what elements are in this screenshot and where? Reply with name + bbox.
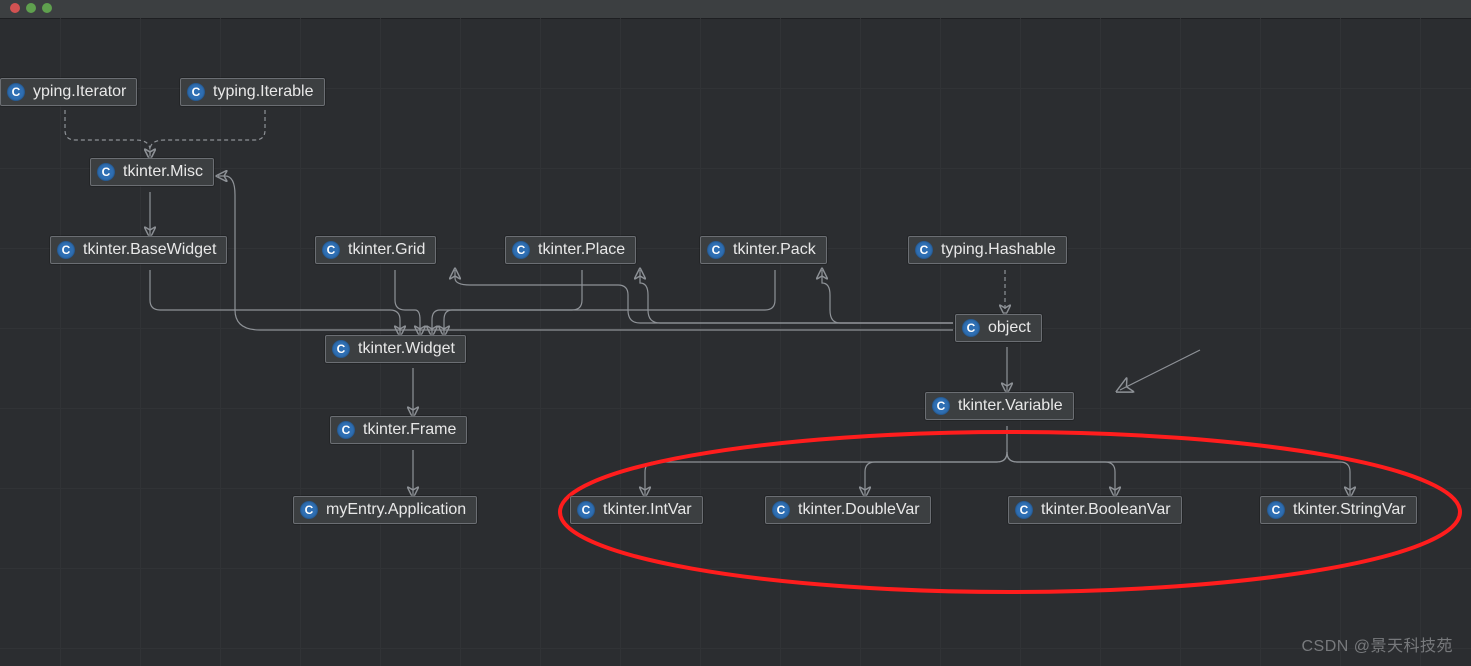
node-tkinter-basewidget[interactable]: C tkinter.BaseWidget	[50, 236, 227, 264]
node-label: tkinter.Pack	[733, 241, 816, 259]
toolbar-dot	[26, 3, 36, 13]
class-icon: C	[332, 340, 350, 358]
node-typing-hashable[interactable]: C typing.Hashable	[908, 236, 1067, 264]
node-typing-iterator[interactable]: C yping.Iterator	[0, 78, 137, 106]
class-icon: C	[915, 241, 933, 259]
node-label: tkinter.Misc	[123, 163, 203, 181]
node-label: typing.Hashable	[941, 241, 1056, 259]
node-label: tkinter.Place	[538, 241, 625, 259]
class-icon: C	[707, 241, 725, 259]
class-icon: C	[962, 319, 980, 337]
toolbar-dot	[42, 3, 52, 13]
class-icon: C	[97, 163, 115, 181]
node-label: tkinter.Variable	[958, 397, 1063, 415]
node-label: tkinter.DoubleVar	[798, 501, 920, 519]
node-label: tkinter.Frame	[363, 421, 456, 439]
class-icon: C	[7, 83, 25, 101]
node-tkinter-doublevar[interactable]: C tkinter.DoubleVar	[765, 496, 931, 524]
class-icon: C	[300, 501, 318, 519]
node-tkinter-intvar[interactable]: C tkinter.IntVar	[570, 496, 703, 524]
node-label: myEntry.Application	[326, 501, 466, 519]
node-label: object	[988, 319, 1031, 337]
class-icon: C	[577, 501, 595, 519]
node-typing-iterable[interactable]: C typing.Iterable	[180, 78, 325, 106]
node-tkinter-booleanvar[interactable]: C tkinter.BooleanVar	[1008, 496, 1182, 524]
node-tkinter-widget[interactable]: C tkinter.Widget	[325, 335, 466, 363]
class-icon: C	[932, 397, 950, 415]
toolbar	[0, 0, 1471, 19]
node-label: tkinter.IntVar	[603, 501, 692, 519]
node-label: tkinter.Grid	[348, 241, 425, 259]
class-icon: C	[322, 241, 340, 259]
class-icon: C	[187, 83, 205, 101]
diagram-canvas[interactable]	[0, 18, 1471, 666]
class-icon: C	[772, 501, 790, 519]
class-icon: C	[57, 241, 75, 259]
node-label: tkinter.StringVar	[1293, 501, 1406, 519]
class-icon: C	[512, 241, 530, 259]
node-tkinter-misc[interactable]: C tkinter.Misc	[90, 158, 214, 186]
node-tkinter-pack[interactable]: C tkinter.Pack	[700, 236, 827, 264]
node-object[interactable]: C object	[955, 314, 1042, 342]
node-tkinter-frame[interactable]: C tkinter.Frame	[330, 416, 467, 444]
class-icon: C	[1267, 501, 1285, 519]
node-label: tkinter.BooleanVar	[1041, 501, 1171, 519]
node-tkinter-variable[interactable]: C tkinter.Variable	[925, 392, 1074, 420]
node-label: typing.Iterable	[213, 83, 314, 101]
watermark: CSDN @景天科技苑	[1301, 632, 1453, 656]
node-tkinter-grid[interactable]: C tkinter.Grid	[315, 236, 436, 264]
node-label: tkinter.BaseWidget	[83, 241, 216, 259]
node-label: yping.Iterator	[33, 83, 126, 101]
toolbar-dot	[10, 3, 20, 13]
class-icon: C	[1015, 501, 1033, 519]
node-label: tkinter.Widget	[358, 340, 455, 358]
node-tkinter-stringvar[interactable]: C tkinter.StringVar	[1260, 496, 1417, 524]
node-myentry-application[interactable]: C myEntry.Application	[293, 496, 477, 524]
node-tkinter-place[interactable]: C tkinter.Place	[505, 236, 636, 264]
class-icon: C	[337, 421, 355, 439]
